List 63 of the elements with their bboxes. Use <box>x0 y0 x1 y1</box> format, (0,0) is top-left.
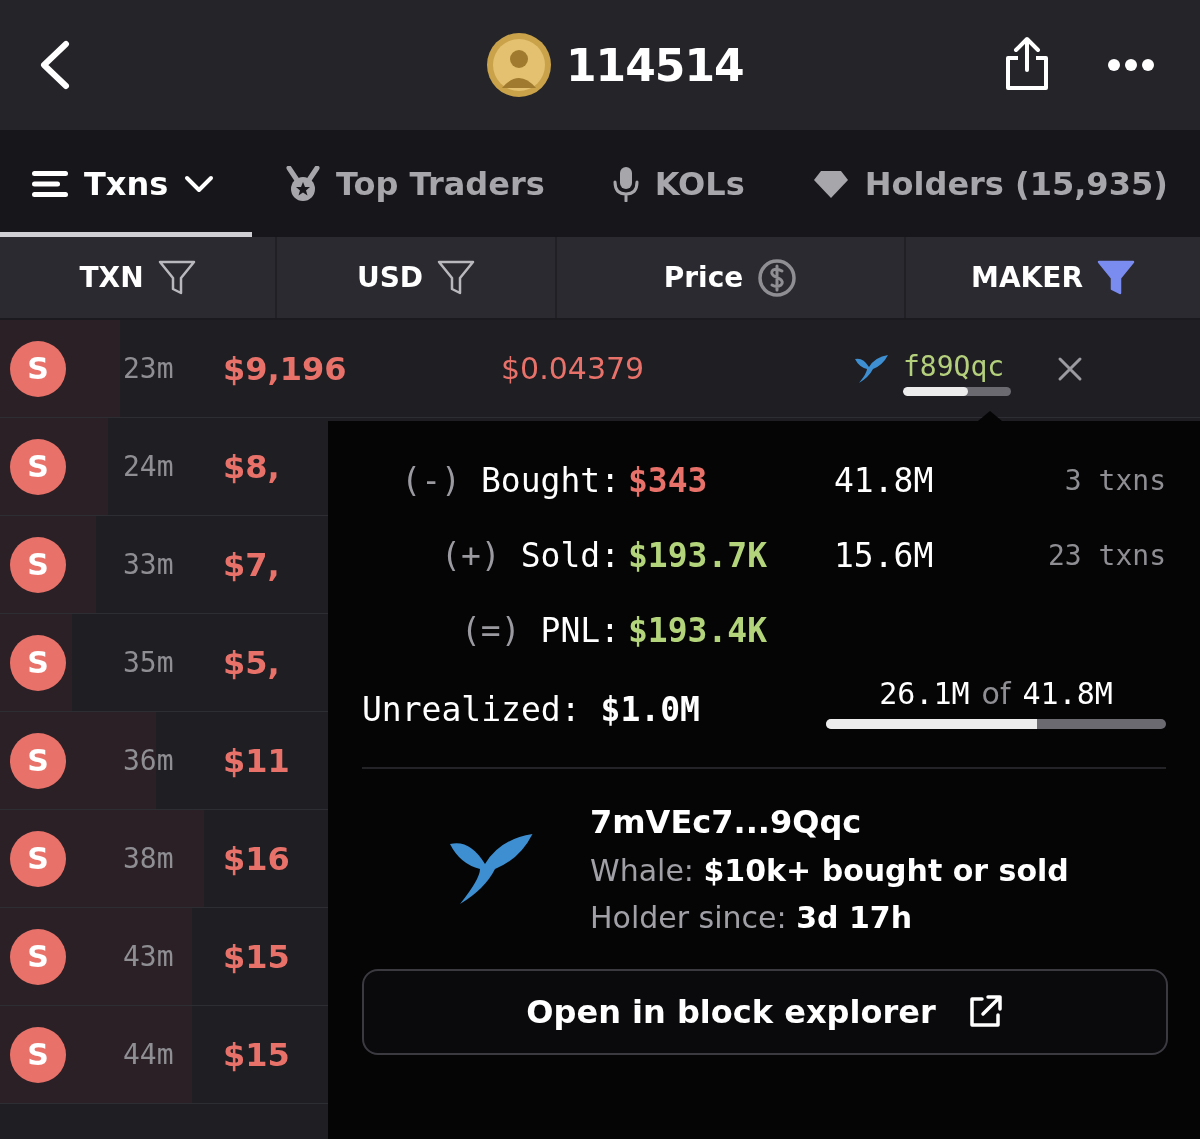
txn-count: 23 txns <box>1047 539 1166 572</box>
chevron-down-icon <box>184 173 215 194</box>
tab[interactable]: Holders (15,935) <box>778 130 1168 237</box>
wallet-address: 7mVEc7...9Qqc <box>590 803 863 841</box>
unrealized-value: $1.0M <box>600 690 700 729</box>
usd-amount: $11 <box>223 741 290 780</box>
stat-label: PNL: <box>540 611 620 650</box>
time-ago: 43m <box>123 940 175 973</box>
column-header: USD <box>356 261 424 294</box>
diamond-icon <box>812 168 849 199</box>
usd-amount: $7, <box>223 545 280 584</box>
stat-label: Sold: <box>520 536 620 575</box>
usd-amount: $15 <box>223 1035 290 1074</box>
stat-label: Bought: <box>480 461 620 500</box>
whale-tail-icon <box>853 352 889 385</box>
txn-count: 3 txns <box>1063 464 1166 497</box>
stat-value: $193.4K <box>628 611 769 650</box>
stat-sign: (=) <box>460 611 521 650</box>
filter-icon[interactable] <box>437 259 476 296</box>
close-icon[interactable] <box>1057 355 1083 382</box>
share-icon[interactable] <box>1003 36 1051 92</box>
back-icon[interactable] <box>38 40 72 90</box>
dollar-icon[interactable] <box>757 257 798 298</box>
time-ago: 33m <box>123 548 175 581</box>
filter-icon[interactable] <box>157 259 196 296</box>
usd-amount: $16 <box>223 839 290 878</box>
stat-sign: (+) <box>441 536 501 575</box>
time-ago: 23m <box>123 352 175 385</box>
usd-amount: $9,196 <box>223 349 347 388</box>
maker-address[interactable]: f89Qqc <box>903 349 1011 383</box>
unrealized-label: Unrealized: <box>362 690 581 729</box>
holder-since: Holder since: 3d 17h <box>590 900 914 935</box>
column-header: Price <box>663 261 744 294</box>
filter-icon[interactable] <box>1096 259 1135 296</box>
more-icon[interactable] <box>1108 58 1154 72</box>
column-header: MAKER <box>971 261 1083 294</box>
tab[interactable]: Top Traders <box>252 130 579 237</box>
token-amount: 15.6M <box>834 536 935 575</box>
menu-icon <box>32 168 68 199</box>
time-ago: 35m <box>123 646 175 679</box>
usd-amount: $8, <box>223 447 280 486</box>
of-label: of <box>981 676 1011 711</box>
block-explorer-button[interactable]: Open in block explorer <box>362 969 1168 1055</box>
token-amount: 41.8M <box>834 461 935 500</box>
tab[interactable]: KOLs <box>578 130 779 237</box>
usd-amount: $5, <box>223 643 280 682</box>
microphone-icon <box>612 165 639 202</box>
time-ago: 38m <box>123 842 175 875</box>
token-title: 114514 <box>566 39 744 91</box>
time-ago: 44m <box>123 1038 175 1071</box>
column-header: TXN <box>79 261 144 294</box>
stat-sign: (-) <box>401 461 461 500</box>
avatar <box>486 32 552 98</box>
held-amount: 26.1M <box>879 676 970 711</box>
stat-value: $343 <box>628 461 709 500</box>
total-amount: 41.8M <box>1022 676 1113 711</box>
price: $0.04379 <box>501 351 646 386</box>
wallet-type: Whale: $10k+ bought or sold <box>590 853 1069 888</box>
medal-icon <box>286 165 320 202</box>
time-ago: 36m <box>123 744 175 777</box>
usd-amount: $15 <box>223 937 290 976</box>
stat-value: $193.7K <box>628 536 769 575</box>
time-ago: 24m <box>123 450 175 483</box>
